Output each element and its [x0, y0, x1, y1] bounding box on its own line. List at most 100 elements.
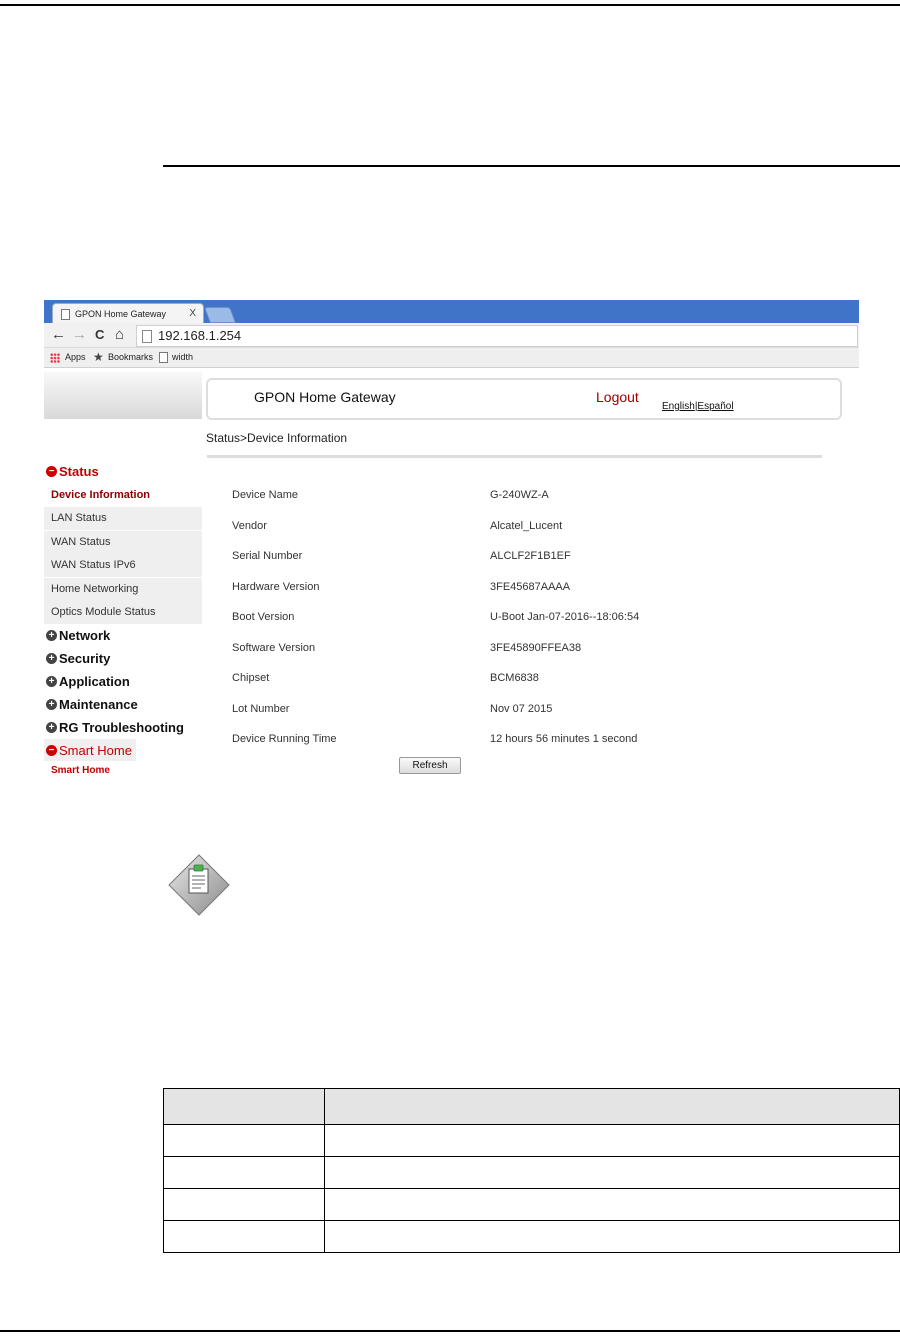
- sidebar-item-rg-troubleshooting[interactable]: + RG Troubleshooting: [44, 716, 202, 738]
- sidebar-item-application[interactable]: + Application: [44, 670, 202, 692]
- minus-circle-icon: −: [46, 466, 57, 477]
- info-value: 3FE45890FFEA38: [490, 642, 582, 654]
- plus-circle-icon: +: [46, 699, 57, 710]
- table-cell: [323, 1156, 900, 1189]
- bookmark-bookmarks[interactable]: Bookmarks: [108, 348, 153, 367]
- bookmark-width[interactable]: width: [172, 348, 193, 367]
- table-cell: [323, 1220, 900, 1253]
- page-icon: [159, 352, 168, 363]
- info-label: Device Name: [232, 489, 299, 501]
- sidebar-subitem-device-information[interactable]: Device Information: [44, 484, 202, 507]
- divider: [207, 455, 822, 458]
- page-icon: [61, 309, 70, 320]
- info-value: ALCLF2F1B1EF: [490, 550, 571, 562]
- minus-circle-icon: −: [46, 745, 57, 756]
- sidebar-item-status[interactable]: − Status: [44, 460, 202, 482]
- sidebar-item-label: Maintenance: [59, 697, 138, 712]
- table-header-cell: [163, 1088, 325, 1125]
- page-icon: [142, 330, 152, 343]
- sidebar-item-label: RG Troubleshooting: [59, 720, 184, 735]
- section-rule: [163, 165, 900, 167]
- plus-circle-icon: +: [46, 630, 57, 641]
- sidebar-item-network[interactable]: + Network: [44, 624, 202, 646]
- gateway-header: GPON Home Gateway Logout English|Español: [206, 378, 842, 420]
- table-row: [163, 1124, 900, 1157]
- sidebar-subitem-label: Device Information: [51, 489, 151, 501]
- info-label: Vendor: [232, 520, 267, 532]
- tab-title: GPON Home Gateway: [75, 309, 167, 319]
- info-value: Nov 07 2015: [490, 703, 553, 715]
- parameter-table: [163, 1088, 900, 1253]
- info-value: G-240WZ-A: [490, 489, 549, 501]
- bookmarks-bar: Apps ★ Bookmarks width: [44, 348, 859, 368]
- address-bar[interactable]: 192.168.1.254: [136, 325, 858, 347]
- refresh-button[interactable]: Refresh: [399, 757, 461, 774]
- close-icon[interactable]: X: [189, 304, 196, 324]
- info-label: Device Running Time: [232, 733, 337, 745]
- gateway-page: GPON Home Gateway Logout English|Español…: [44, 368, 859, 783]
- info-value: BCM6838: [490, 672, 539, 684]
- info-label: Chipset: [232, 672, 270, 684]
- plus-circle-icon: +: [46, 676, 57, 687]
- top-rule: [0, 4, 900, 6]
- reload-icon[interactable]: C: [95, 324, 104, 346]
- sidebar-subitem-label: WAN Status: [51, 536, 111, 548]
- sidebar-subitem-optics-module-status[interactable]: Optics Module Status: [44, 601, 202, 624]
- info-label: Boot Version: [232, 611, 295, 623]
- sidebar-subitem-label: WAN Status IPv6: [51, 559, 136, 571]
- info-value: 3FE45687AAAA: [490, 581, 571, 593]
- info-label: Lot Number: [232, 703, 290, 715]
- forward-arrow-icon[interactable]: →: [72, 324, 87, 346]
- bookmark-apps[interactable]: Apps: [65, 348, 86, 367]
- sidebar-subitem-label: LAN Status: [51, 512, 107, 524]
- sidebar-item-security[interactable]: + Security: [44, 647, 202, 669]
- table-header-row: [163, 1088, 900, 1125]
- browser-toolbar: ← → C ⌂ 192.168.1.254: [44, 323, 859, 348]
- sidebar-header: [44, 372, 202, 419]
- bottom-rule: [0, 1330, 900, 1332]
- browser-tab[interactable]: GPON Home Gateway X: [52, 303, 204, 324]
- table-cell: [163, 1220, 325, 1253]
- sidebar-subitem-smart-home[interactable]: Smart Home: [44, 761, 202, 781]
- table-row: [163, 1220, 900, 1253]
- plus-circle-icon: +: [46, 653, 57, 664]
- table-cell: [323, 1188, 900, 1221]
- browser-window: GPON Home Gateway X ← → C ⌂ 192.168.1.25…: [44, 300, 859, 783]
- sidebar-subitem-wan-status[interactable]: WAN Status: [44, 531, 202, 554]
- info-label: Software Version: [232, 642, 316, 654]
- logout-link[interactable]: Logout: [596, 389, 639, 405]
- sidebar-item-label: Security: [59, 651, 111, 666]
- back-arrow-icon[interactable]: ←: [51, 324, 66, 346]
- gateway-title: GPON Home Gateway: [254, 389, 396, 405]
- sidebar-item-label: Network: [59, 628, 111, 643]
- sidebar-subitem-wan-status-ipv6[interactable]: WAN Status IPv6: [44, 554, 202, 577]
- sidebar-item-label: Application: [59, 674, 130, 689]
- sidebar-subitem-lan-status[interactable]: LAN Status: [44, 507, 202, 530]
- language-switcher: English|Español: [662, 401, 734, 412]
- info-label: Serial Number: [232, 550, 303, 562]
- table-row: [163, 1188, 900, 1221]
- info-value: U-Boot Jan-07-2016--18:06:54: [490, 611, 640, 623]
- info-value: Alcatel_Lucent: [490, 520, 563, 532]
- sidebar-item-label: Status: [59, 464, 99, 479]
- new-tab-button[interactable]: [204, 307, 236, 323]
- sidebar-item-maintenance[interactable]: + Maintenance: [44, 693, 202, 715]
- table-row: [163, 1156, 900, 1189]
- table-header-cell: [323, 1088, 900, 1125]
- plus-circle-icon: +: [46, 722, 57, 733]
- apps-grid-icon: [50, 353, 60, 363]
- info-label: Hardware Version: [232, 581, 320, 593]
- lang-english-link[interactable]: English: [662, 401, 695, 412]
- table-cell: [163, 1188, 325, 1221]
- star-icon: ★: [93, 350, 104, 364]
- sidebar-subitem-label: Optics Module Status: [51, 606, 156, 618]
- url-text: 192.168.1.254: [158, 328, 242, 343]
- sidebar-item-smart-home[interactable]: − Smart Home: [44, 739, 202, 761]
- info-value: 12 hours 56 minutes 1 second: [490, 733, 638, 745]
- sidebar-subitem-home-networking[interactable]: Home Networking: [44, 578, 202, 601]
- home-icon[interactable]: ⌂: [115, 324, 124, 346]
- note-icon: [168, 854, 230, 916]
- tab-strip: GPON Home Gateway X: [44, 300, 859, 324]
- lang-espanol-link[interactable]: Español: [697, 401, 733, 412]
- table-cell: [163, 1124, 325, 1157]
